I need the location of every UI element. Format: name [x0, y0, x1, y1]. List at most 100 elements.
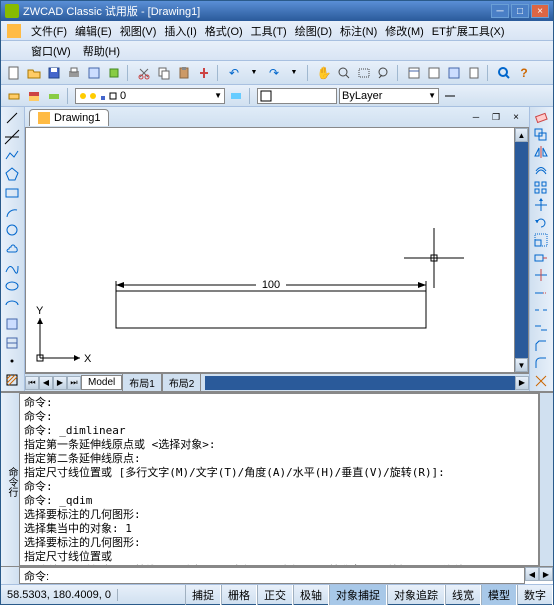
- explode-tool[interactable]: [532, 372, 550, 389]
- tp-button[interactable]: [445, 64, 463, 82]
- stretch-tool[interactable]: [532, 250, 550, 267]
- layer3-button[interactable]: [45, 87, 63, 105]
- fillet-tool[interactable]: [532, 355, 550, 372]
- doc-restore-button[interactable]: ❐: [487, 108, 505, 126]
- copy-tool[interactable]: [532, 127, 550, 144]
- menu-et[interactable]: ET扩展工具(X): [428, 21, 509, 41]
- tab-prev-button[interactable]: ◀: [39, 376, 53, 390]
- match-button[interactable]: [195, 64, 213, 82]
- tab-first-button[interactable]: ⏮: [25, 376, 39, 390]
- layout-2[interactable]: 布局2: [162, 373, 202, 391]
- osnap-toggle[interactable]: 对象捕捉: [329, 585, 387, 605]
- grid-toggle[interactable]: 栅格: [221, 585, 257, 605]
- arc-tool[interactable]: [3, 203, 21, 221]
- new-button[interactable]: [5, 64, 23, 82]
- drawing-canvas[interactable]: 100: [26, 128, 514, 372]
- minimize-button[interactable]: ─: [491, 4, 509, 18]
- cut-button[interactable]: [135, 64, 153, 82]
- chamfer-tool[interactable]: [532, 337, 550, 354]
- rotate-tool[interactable]: [532, 214, 550, 231]
- spline-tool[interactable]: [3, 259, 21, 277]
- layout-model[interactable]: Model: [81, 375, 122, 390]
- ellipse-tool[interactable]: [3, 278, 21, 296]
- insert-tool[interactable]: [3, 315, 21, 333]
- color-combo[interactable]: [257, 88, 337, 104]
- ellipsearc-tool[interactable]: [3, 296, 21, 314]
- redo-button[interactable]: ↷: [265, 64, 283, 82]
- block-tool[interactable]: [3, 334, 21, 352]
- publish-button[interactable]: [105, 64, 123, 82]
- array-tool[interactable]: [532, 179, 550, 196]
- tab-next-button[interactable]: ▶: [53, 376, 67, 390]
- maximize-button[interactable]: □: [511, 4, 529, 18]
- command-history[interactable]: 命令: 命令: 命令: _dimlinear 指定第一条延伸线原点或 <选择对象…: [19, 393, 539, 566]
- extend-tool[interactable]: [532, 285, 550, 302]
- bylayer-combo[interactable]: ByLayer ▼: [339, 88, 439, 104]
- preview-button[interactable]: [85, 64, 103, 82]
- layout-1[interactable]: 布局1: [122, 373, 162, 391]
- calc-button[interactable]: [465, 64, 483, 82]
- snap-toggle[interactable]: 捕捉: [185, 585, 221, 605]
- zoom-prev-button[interactable]: [375, 64, 393, 82]
- move-tool[interactable]: [532, 197, 550, 214]
- circle-tool[interactable]: [3, 221, 21, 239]
- hatch-tool[interactable]: [3, 371, 21, 389]
- scroll-up-button[interactable]: ▲: [515, 128, 528, 142]
- doc-min-button[interactable]: ─: [467, 108, 485, 126]
- ortho-toggle[interactable]: 正交: [257, 585, 293, 605]
- pline-tool[interactable]: [3, 146, 21, 164]
- line-tool[interactable]: [3, 109, 21, 127]
- offset-tool[interactable]: [532, 162, 550, 179]
- tab-last-button[interactable]: ⏭: [67, 376, 81, 390]
- find-button[interactable]: [495, 64, 513, 82]
- redo-dropdown[interactable]: ▼: [285, 64, 303, 82]
- lwt-toggle[interactable]: 线宽: [445, 585, 481, 605]
- menu-edit[interactable]: 编辑(E): [71, 21, 116, 41]
- open-button[interactable]: [25, 64, 43, 82]
- print-button[interactable]: [65, 64, 83, 82]
- model-toggle[interactable]: 模型: [481, 585, 517, 605]
- menu-tools[interactable]: 工具(T): [247, 21, 291, 41]
- layer2-button[interactable]: [25, 87, 43, 105]
- mirror-tool[interactable]: [532, 144, 550, 161]
- cmd-scroll-right[interactable]: ▶: [539, 567, 553, 581]
- layer-combo[interactable]: 0 ▼: [75, 88, 225, 104]
- rect-tool[interactable]: [3, 184, 21, 202]
- menu-dim[interactable]: 标注(N): [336, 21, 381, 41]
- close-button[interactable]: ×: [531, 4, 549, 18]
- horizontal-scrollbar[interactable]: [205, 376, 515, 390]
- dyn-toggle[interactable]: 数字: [517, 585, 553, 605]
- command-input[interactable]: 命令:: [19, 567, 525, 584]
- otrack-toggle[interactable]: 对象追踪: [387, 585, 445, 605]
- help-button[interactable]: ?: [515, 64, 533, 82]
- menu-format[interactable]: 格式(O): [201, 21, 247, 41]
- trim-tool[interactable]: [532, 267, 550, 284]
- layerstate-button[interactable]: [227, 87, 245, 105]
- zoom-win-button[interactable]: [355, 64, 373, 82]
- command-scrollbar[interactable]: [539, 393, 553, 566]
- paste-button[interactable]: [175, 64, 193, 82]
- menu-help[interactable]: 帮助(H): [77, 41, 126, 61]
- cmd-scroll-left[interactable]: ◀: [525, 567, 539, 581]
- join-tool[interactable]: [532, 320, 550, 337]
- doc-tab[interactable]: Drawing1: [29, 109, 109, 126]
- revcloud-tool[interactable]: [3, 240, 21, 258]
- menu-view[interactable]: 视图(V): [116, 21, 161, 41]
- erase-tool[interactable]: [532, 109, 550, 126]
- dc-button[interactable]: [425, 64, 443, 82]
- menu-window[interactable]: 窗口(W): [25, 41, 77, 61]
- menu-modify[interactable]: 修改(M): [381, 21, 428, 41]
- vertical-scrollbar[interactable]: ▲ ▼: [514, 128, 528, 372]
- scroll-track[interactable]: [515, 142, 528, 358]
- point-tool[interactable]: [3, 353, 21, 371]
- xline-tool[interactable]: [3, 128, 21, 146]
- menu-draw[interactable]: 绘图(D): [291, 21, 336, 41]
- polar-toggle[interactable]: 极轴: [293, 585, 329, 605]
- layer1-button[interactable]: [5, 87, 23, 105]
- break-tool[interactable]: [532, 302, 550, 319]
- menu-insert[interactable]: 插入(I): [160, 21, 200, 41]
- zoom-rt-button[interactable]: [335, 64, 353, 82]
- scroll-down-button[interactable]: ▼: [515, 358, 528, 372]
- props-button[interactable]: [405, 64, 423, 82]
- save-button[interactable]: [45, 64, 63, 82]
